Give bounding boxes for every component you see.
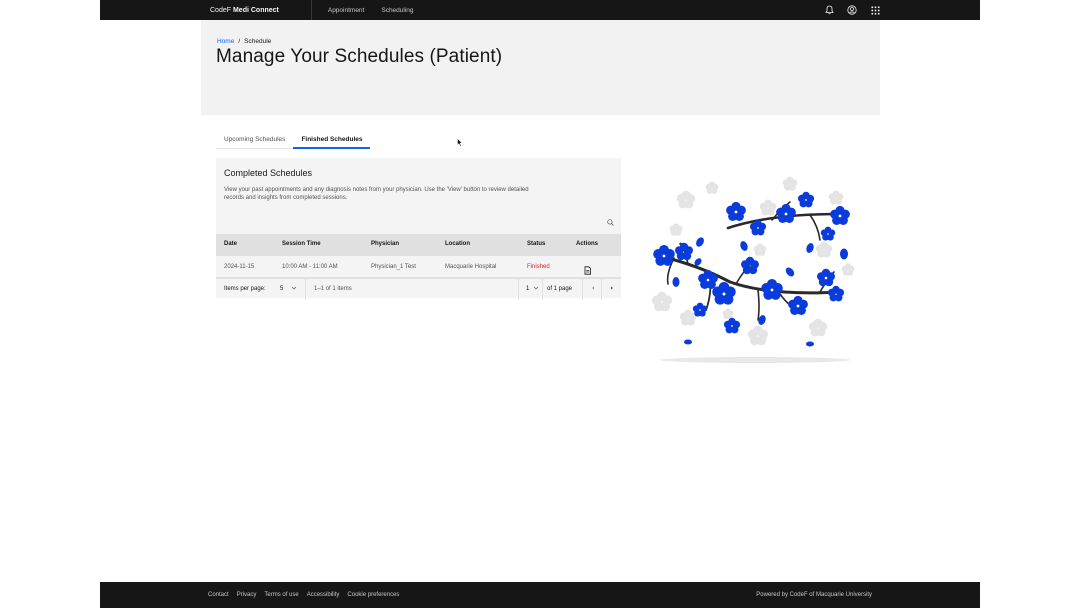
- cell-location: Macquarie Hospital: [445, 264, 497, 270]
- search-icon[interactable]: [605, 217, 615, 227]
- schedule-tabs: Upcoming Schedules Finished Schedules: [216, 130, 371, 150]
- pagination-divider: [542, 279, 543, 299]
- pagination-divider: [518, 279, 519, 299]
- breadcrumb: Home / Schedule: [217, 38, 271, 45]
- page-title: Manage Your Schedules (Patient): [216, 46, 503, 67]
- top-header: CodeF Medi Connect Appointment Schedulin…: [100, 0, 980, 20]
- view-document-icon[interactable]: [584, 262, 592, 275]
- previous-page-icon[interactable]: [590, 285, 596, 291]
- table-header: Date Session Time Physician Location Sta…: [216, 234, 621, 256]
- header-divider: [310, 0, 312, 20]
- column-header-status[interactable]: Status: [527, 241, 545, 247]
- breadcrumb-separator: /: [238, 38, 241, 45]
- items-per-page-select[interactable]: 5: [280, 286, 283, 292]
- chevron-down-icon[interactable]: [533, 285, 539, 291]
- next-page-icon[interactable]: [609, 285, 615, 291]
- cell-session-time: 10:00 AM - 11:00 AM: [282, 264, 338, 270]
- chevron-down-icon[interactable]: [291, 285, 297, 291]
- items-per-page-label: Items per page:: [224, 286, 266, 292]
- table-title: Completed Schedules: [224, 168, 313, 178]
- powered-by-text: Powered by CodeF of Macquarie University: [756, 592, 872, 598]
- pagination-divider: [601, 279, 602, 299]
- page-count: of 1 page: [547, 286, 573, 292]
- footer-links: Contact Privacy Terms of use Accessibili…: [208, 592, 399, 598]
- completed-schedules-table: Completed Schedules View your past appoi…: [216, 158, 621, 299]
- breadcrumb-home[interactable]: Home: [217, 38, 234, 45]
- mouse-cursor-icon: [457, 134, 463, 152]
- footer-link-terms[interactable]: Terms of use: [264, 592, 298, 598]
- brand-name[interactable]: CodeF Medi Connect: [210, 7, 279, 14]
- app-frame: CodeF Medi Connect Appointment Schedulin…: [100, 0, 980, 608]
- brand-title: Medi Connect: [232, 6, 279, 14]
- app-switcher-icon[interactable]: [870, 5, 880, 15]
- column-header-session-time[interactable]: Session Time: [282, 241, 321, 247]
- cherry-blossom-illustration: [651, 176, 855, 363]
- status-badge: Finished: [527, 264, 550, 270]
- items-range: 1–1 of 1 items: [314, 286, 352, 292]
- page-header: Home / Schedule Manage Your Schedules (Pat…: [201, 20, 880, 115]
- column-header-physician[interactable]: Physician: [371, 241, 399, 247]
- notification-icon[interactable]: [824, 5, 834, 15]
- cell-physician: Physician_1 Test: [371, 264, 416, 270]
- footer-link-privacy[interactable]: Privacy: [237, 592, 257, 598]
- user-avatar-icon[interactable]: [847, 5, 857, 15]
- tab-upcoming-schedules[interactable]: Upcoming Schedules: [216, 130, 294, 149]
- footer-link-accessibility[interactable]: Accessibility: [307, 592, 340, 598]
- page-select[interactable]: 1: [526, 286, 529, 292]
- column-header-actions: Actions: [576, 241, 599, 247]
- table-description: View your past appointments and any diag…: [224, 187, 529, 201]
- tab-finished-schedules[interactable]: Finished Schedules: [293, 130, 371, 149]
- breadcrumb-current: Schedule: [244, 38, 272, 45]
- footer-link-cookie-preferences[interactable]: Cookie preferences: [347, 592, 399, 598]
- table-pagination: Items per page: 5 1–1 of 1 items 1 of 1 …: [216, 278, 621, 299]
- cell-date: 2024-11-15: [224, 264, 255, 270]
- brand-prefix: CodeF: [210, 6, 232, 14]
- pagination-divider: [305, 279, 306, 299]
- nav-appointment[interactable]: Appointment: [328, 7, 365, 14]
- footer-link-contact[interactable]: Contact: [208, 592, 229, 598]
- pagination-divider: [582, 279, 583, 299]
- page-footer: Contact Privacy Terms of use Accessibili…: [100, 582, 980, 608]
- column-header-location[interactable]: Location: [445, 241, 470, 247]
- column-header-date[interactable]: Date: [224, 241, 237, 247]
- nav-scheduling[interactable]: Scheduling: [381, 7, 413, 14]
- table-row: 2024-11-15 10:00 AM - 11:00 AM Physician…: [216, 256, 621, 278]
- header-actions: [824, 0, 880, 20]
